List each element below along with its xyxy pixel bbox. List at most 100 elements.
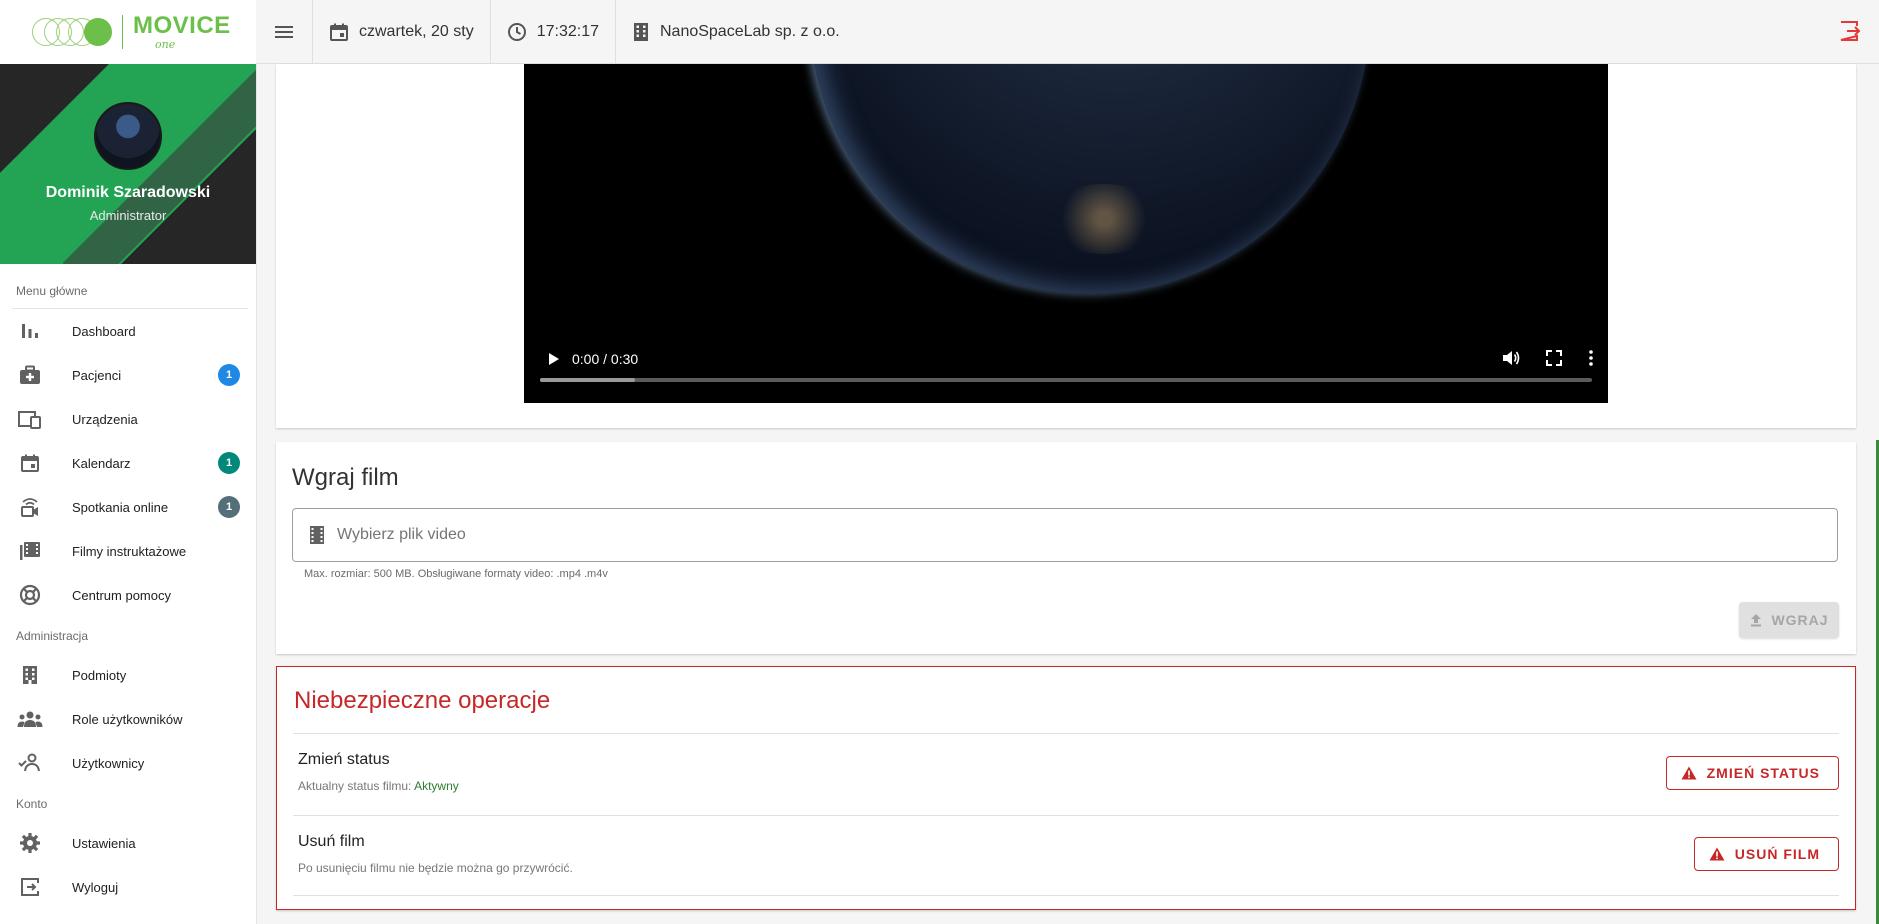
sidebar-item-kalendarz[interactable]: Kalendarz 1 [0,441,256,485]
sidebar-item-label: Użytkownicy [72,755,145,771]
sidebar-item-label: Urządzenia [72,411,138,427]
lifebuoy-icon [16,584,44,606]
logo-subtitle: one [155,38,176,51]
sidebar-item-label: Podmioty [72,667,127,683]
sidebar-item-ustawienia[interactable]: Ustawienia [0,821,256,865]
menu-toggle-button[interactable] [256,0,313,64]
user-check-icon [16,752,44,774]
sidebar-item-label: Centrum pomocy [72,587,171,603]
play-button[interactable] [544,349,564,369]
devices-icon [16,408,44,430]
clock-icon [507,22,526,41]
nav-section-account: Konto [16,797,48,811]
sidebar-item-podmioty[interactable]: Podmioty [0,653,256,697]
play-icon [549,353,559,365]
upload-button[interactable]: WGRAJ [1739,602,1839,638]
upload-title: Wgraj film [292,464,399,491]
fullscreen-button[interactable] [1546,349,1562,369]
sidebar-item-label: Kalendarz [72,455,131,471]
medical-bag-icon [16,364,44,386]
film-icon [310,526,324,544]
profile-role: Administrator [89,208,167,223]
sidebar: MOVICE one Dominik Szaradowski Administr… [0,0,257,924]
organization-display[interactable]: NanoSpaceLab sp. z o.o. [616,0,856,64]
danger-zone-card: Niebezpieczne operacje Zmień status Aktu… [276,666,1856,910]
video-library-icon [16,540,44,562]
warning-icon [1709,847,1725,861]
logo-circles-icon [32,17,116,47]
main-content: 0:00 / 0:30 Wgraj film Wybierz plik vide… [276,64,1856,924]
sidebar-item-filmy-instruktazowe[interactable]: Filmy instruktażowe [0,529,256,573]
delete-film-title: Usuń film [298,833,365,850]
video-progress-bar[interactable] [540,378,1592,382]
change-status-button-label: ZMIEŃ STATUS [1706,765,1820,781]
date-display: czwartek, 20 sty [313,0,491,64]
change-status-button[interactable]: ZMIEŃ STATUS [1665,756,1839,790]
sidebar-item-role-uzytkownikow[interactable]: Role użytkowników [0,697,256,741]
change-status-title: Zmień status [298,751,390,768]
video-file-input[interactable]: Wybierz plik video [292,508,1838,562]
volume-icon [1503,350,1520,365]
building-icon [633,22,648,41]
fullscreen-icon [1546,349,1562,366]
logout-icon [16,876,44,898]
warning-icon [1681,766,1697,780]
sidebar-item-label: Filmy instruktażowe [72,543,187,559]
sidebar-item-urzadzenia[interactable]: Urządzenia [0,397,256,441]
calendar-icon [330,23,348,41]
notification-badge: 1 [218,364,240,386]
sidebar-item-wyloguj[interactable]: Wyloguj [0,865,256,909]
change-status-description: Aktualny status filmu: Aktywny [298,779,459,793]
hamburger-icon [275,25,293,38]
time-display: 17:32:17 [491,0,616,64]
nav-section-main: Menu główne [16,284,88,298]
group-icon [16,708,44,730]
sidebar-item-label: Pacjenci [72,367,122,383]
building-icon [16,664,44,686]
video-card: 0:00 / 0:30 [276,64,1856,428]
file-input-placeholder: Wybierz plik video [337,526,466,543]
sidebar-item-label: Ustawienia [72,835,136,851]
sidebar-item-pacjenci[interactable]: Pacjenci 1 [0,353,256,397]
logo[interactable]: MOVICE one [0,0,256,64]
danger-zone-title: Niebezpieczne operacje [294,687,551,714]
more-options-button[interactable] [1588,349,1594,369]
sidebar-item-uzytkownicy[interactable]: Użytkownicy [0,741,256,785]
bar-chart-icon [16,320,44,342]
more-vertical-icon [1589,349,1593,366]
logo-title: MOVICE [133,12,231,39]
calendar-icon [16,452,44,474]
profile-card: Dominik Szaradowski Administrator [0,64,256,264]
video-time: 0:00 / 0:30 [572,351,639,367]
sidebar-item-label: Spotkania online [72,499,169,515]
profile-name: Dominik Szaradowski [45,184,211,201]
status-value: Aktywny [414,779,459,793]
sidebar-item-spotkania-online[interactable]: Spotkania online 1 [0,485,256,529]
notification-badge: 1 [218,452,240,474]
video-progress-fill [540,378,635,382]
sidebar-item-label: Wyloguj [72,879,119,895]
delete-film-description: Po usunięciu filmu nie będzie można go p… [298,861,573,875]
nav-section-admin: Administracja [16,629,89,643]
time-text: 17:32:17 [536,22,599,40]
delete-film-button-label: USUŃ FILM [1734,846,1820,862]
upload-button-label: WGRAJ [1771,612,1829,628]
sidebar-item-dashboard[interactable]: Dashboard [0,309,256,353]
sidebar-item-centrum-pomocy[interactable]: Centrum pomocy [0,573,256,617]
top-bar: czwartek, 20 sty 17:32:17 NanoSpaceLab s… [256,0,1879,64]
gear-icon [16,832,44,854]
status-description-prefix: Aktualny status filmu: [298,779,412,793]
logout-icon [1840,21,1861,41]
volume-button[interactable] [1502,350,1520,369]
date-text: czwartek, 20 sty [359,22,474,40]
sidebar-item-label: Dashboard [72,323,136,339]
avatar[interactable] [94,102,162,170]
logout-button[interactable] [1839,20,1863,44]
upload-hint: Max. rozmiar: 500 MB. Obsługiwane format… [304,568,608,580]
upload-icon [1751,614,1762,627]
notification-badge: 1 [218,496,240,518]
video-call-icon [16,496,44,518]
video-player[interactable]: 0:00 / 0:30 [524,64,1608,403]
delete-film-button[interactable]: USUŃ FILM [1693,837,1839,871]
video-controls: 0:00 / 0:30 [524,344,1608,374]
